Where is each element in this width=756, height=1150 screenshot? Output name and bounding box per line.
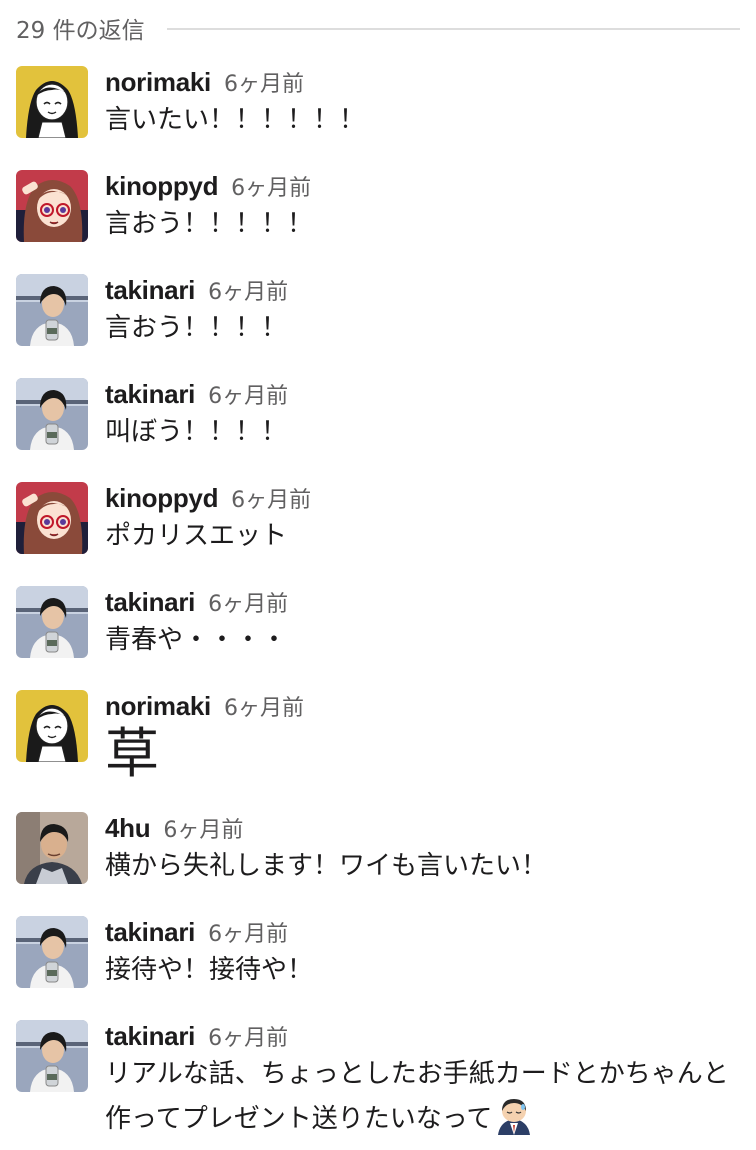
message: norimaki 6ヶ月前 言いたい！！！！！！ bbox=[16, 66, 751, 146]
message: takinari 6ヶ月前 リアルな話、ちょっとしたお手紙カードとかちゃんと作っ… bbox=[16, 1020, 751, 1145]
message-text: 言おう！！！！！ bbox=[105, 209, 314, 239]
thread-header: 29 件の返信 bbox=[16, 10, 740, 46]
author-name[interactable]: kinoppyd bbox=[105, 483, 218, 514]
takinari-avatar[interactable] bbox=[16, 916, 88, 988]
takinari-avatar[interactable] bbox=[16, 378, 88, 450]
author-name[interactable]: takinari bbox=[105, 379, 195, 410]
message-text: ポカリスエット bbox=[105, 521, 288, 551]
norimaki-avatar[interactable] bbox=[16, 690, 88, 762]
takinari-avatar[interactable] bbox=[16, 1020, 88, 1092]
message: norimaki 6ヶ月前 草 bbox=[16, 690, 751, 790]
message: 4hu 6ヶ月前 横から失礼します！ワイも言いたい！ bbox=[16, 812, 751, 892]
timestamp[interactable]: 6ヶ月前 bbox=[224, 66, 304, 98]
timestamp[interactable]: 6ヶ月前 bbox=[208, 916, 288, 948]
message: takinari 6ヶ月前 接待や！接待や！ bbox=[16, 916, 751, 996]
message-text: 接待や！接待や！ bbox=[105, 955, 314, 985]
timestamp[interactable]: 6ヶ月前 bbox=[224, 690, 304, 722]
norimaki-avatar[interactable] bbox=[16, 66, 88, 138]
bowing-man-emoji bbox=[494, 1095, 534, 1135]
timestamp[interactable]: 6ヶ月前 bbox=[231, 170, 311, 202]
message-text: 横から失礼します！ワイも言いたい！ bbox=[105, 851, 548, 881]
author-name[interactable]: 4hu bbox=[105, 813, 151, 844]
author-name[interactable]: takinari bbox=[105, 275, 195, 306]
timestamp[interactable]: 6ヶ月前 bbox=[208, 1020, 288, 1052]
message-text: 言おう！！！！ bbox=[105, 313, 288, 343]
author-name[interactable]: kinoppyd bbox=[105, 171, 218, 202]
message-text: 青春や・・・・ bbox=[105, 625, 288, 655]
4hu-avatar[interactable] bbox=[16, 812, 88, 884]
message: takinari 6ヶ月前 叫ぼう！！！！ bbox=[16, 378, 751, 458]
timestamp[interactable]: 6ヶ月前 bbox=[208, 378, 288, 410]
reply-count: 29 件の返信 bbox=[16, 18, 145, 44]
timestamp[interactable]: 6ヶ月前 bbox=[208, 274, 288, 306]
message-text: リアルな話、ちょっとしたお手紙カードとかちゃんと作ってプレゼント送りたいなって bbox=[105, 1054, 751, 1140]
kinoppyd-avatar[interactable] bbox=[16, 482, 88, 554]
message: kinoppyd 6ヶ月前 ポカリスエット bbox=[16, 482, 751, 562]
timestamp[interactable]: 6ヶ月前 bbox=[208, 586, 288, 618]
timestamp[interactable]: 6ヶ月前 bbox=[231, 482, 311, 514]
message: takinari 6ヶ月前 言おう！！！！ bbox=[16, 274, 751, 354]
message: kinoppyd 6ヶ月前 言おう！！！！！ bbox=[16, 170, 751, 250]
author-name[interactable]: norimaki bbox=[105, 67, 211, 98]
author-name[interactable]: norimaki bbox=[105, 691, 211, 722]
takinari-avatar[interactable] bbox=[16, 274, 88, 346]
message: takinari 6ヶ月前 青春や・・・・ bbox=[16, 586, 751, 666]
timestamp[interactable]: 6ヶ月前 bbox=[163, 812, 243, 844]
message-text: 叫ぼう！！！！ bbox=[105, 417, 288, 447]
message-text: 草 bbox=[105, 722, 159, 785]
divider bbox=[166, 28, 740, 30]
author-name[interactable]: takinari bbox=[105, 917, 195, 948]
message-text: 言いたい！！！！！！ bbox=[105, 105, 366, 135]
author-name[interactable]: takinari bbox=[105, 587, 195, 618]
author-name[interactable]: takinari bbox=[105, 1021, 195, 1052]
message-text-body: リアルな話、ちょっとしたお手紙カードとかちゃんと作ってプレゼント送りたいなって bbox=[105, 1059, 729, 1134]
kinoppyd-avatar[interactable] bbox=[16, 170, 88, 242]
takinari-avatar[interactable] bbox=[16, 586, 88, 658]
